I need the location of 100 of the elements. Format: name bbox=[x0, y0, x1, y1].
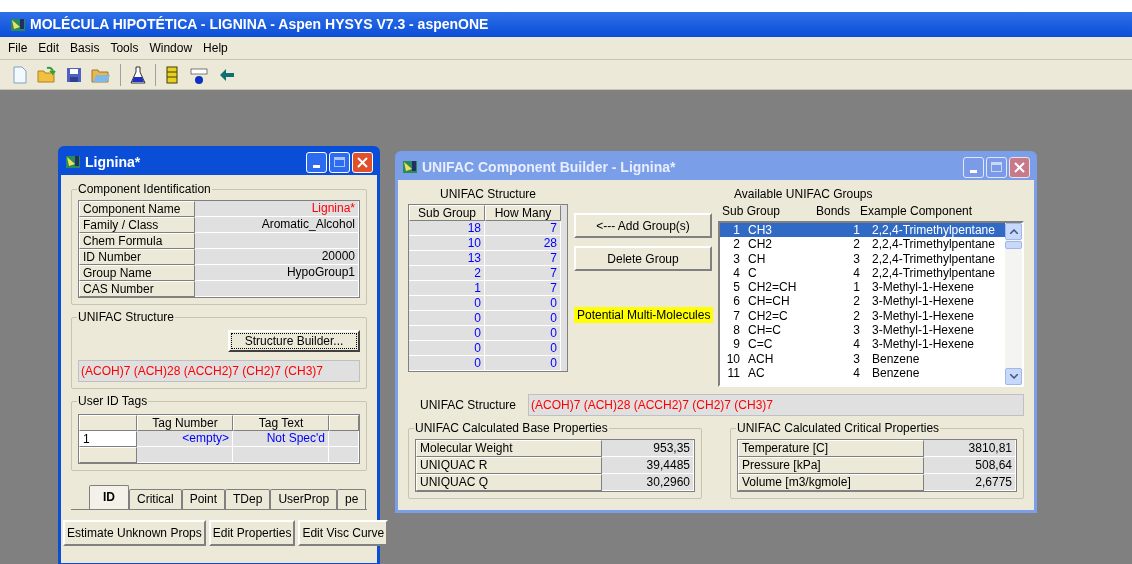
property-label: UNIQUAC Q bbox=[416, 474, 602, 491]
table-cell[interactable]: 1 bbox=[409, 281, 485, 296]
group-row[interactable]: 11 AC 4 Benzene bbox=[720, 365, 1005, 381]
group-row[interactable]: 10 ACH 3 Benzene bbox=[720, 351, 1005, 366]
close-button[interactable] bbox=[1009, 156, 1030, 178]
header-cell bbox=[329, 415, 359, 431]
menu-item[interactable]: Window bbox=[149, 40, 193, 56]
flask-icon[interactable] bbox=[130, 65, 146, 84]
table-cell[interactable]: 18 bbox=[409, 221, 485, 236]
property-value[interactable]: Aromatic_Alcohol bbox=[195, 217, 359, 233]
property-value[interactable]: 20000 bbox=[195, 249, 359, 265]
column-header: Sub Group bbox=[409, 205, 485, 221]
property-value: 39,4485 bbox=[602, 457, 694, 474]
group-title: UNIFAC Calculated Critical Properties bbox=[736, 421, 941, 435]
tab[interactable]: Point bbox=[181, 489, 226, 509]
table-cell[interactable]: Not Spec'd bbox=[233, 431, 329, 447]
property-value: 30,2960 bbox=[602, 474, 694, 491]
menu-item[interactable]: Help bbox=[203, 40, 228, 56]
column-header: Tag Number bbox=[137, 415, 233, 431]
menu-item[interactable]: File bbox=[8, 40, 28, 56]
property-label: Group Name bbox=[79, 265, 195, 281]
property-label: ID Number bbox=[79, 249, 195, 265]
group-row[interactable]: 5 CH2=CH 1 3-Methyl-1-Hexene bbox=[720, 280, 1005, 295]
group-row[interactable]: 2 CH2 2 2,2,4-Trimethylpentane bbox=[720, 237, 1005, 252]
menu-item[interactable]: Basis bbox=[70, 40, 100, 56]
group-button[interactable]: <--- Add Group(s) bbox=[574, 213, 712, 238]
property-label: UNIQUAC R bbox=[416, 457, 602, 474]
table-cell[interactable]: 13 bbox=[409, 251, 485, 266]
header-cell bbox=[79, 415, 137, 431]
table-cell[interactable]: 10 bbox=[409, 236, 485, 251]
property-value[interactable]: HypoGroup1 bbox=[195, 265, 359, 281]
column-icon[interactable] bbox=[165, 65, 179, 84]
column-header: Tag Text bbox=[233, 415, 329, 431]
scroll-down-icon[interactable] bbox=[1005, 368, 1022, 385]
table-cell[interactable]: <empty> bbox=[137, 431, 233, 447]
action-button[interactable]: Edit Visc Curve bbox=[298, 520, 389, 546]
group-row[interactable]: 7 CH2=C 2 3-Methyl-1-Hexene bbox=[720, 308, 1005, 324]
property-label: Pressure [kPa] bbox=[738, 457, 924, 474]
group-row[interactable]: 8 CH=C 3 3-Methyl-1-Hexene bbox=[720, 323, 1005, 338]
structure-builder-button[interactable]: Structure Builder... bbox=[228, 330, 360, 352]
section-title: Available UNIFAC Groups bbox=[734, 186, 874, 202]
table-cell[interactable]: 7 bbox=[485, 266, 561, 281]
group-row[interactable]: 3 CH 3 2,2,4-Trimethylpentane bbox=[720, 251, 1005, 266]
scroll-thumb[interactable] bbox=[1005, 241, 1022, 249]
table-cell[interactable]: 0 bbox=[485, 296, 561, 311]
tab[interactable]: TDep bbox=[225, 489, 271, 509]
row-number: 1 bbox=[79, 431, 137, 447]
scroll-up-icon[interactable] bbox=[1005, 223, 1022, 240]
property-label: Chem Formula bbox=[79, 233, 195, 249]
menu-item[interactable]: Edit bbox=[38, 40, 60, 56]
property-value: 508,64 bbox=[924, 457, 1016, 474]
table-cell[interactable]: 7 bbox=[485, 251, 561, 266]
tab[interactable]: ID bbox=[89, 485, 129, 509]
property-label: Temperature [C] bbox=[738, 440, 924, 457]
open-folder-icon[interactable] bbox=[37, 65, 57, 84]
table-cell[interactable]: 0 bbox=[409, 296, 485, 311]
table-cell[interactable]: 0 bbox=[409, 341, 485, 356]
tab[interactable]: UserProp bbox=[270, 489, 338, 509]
structure-field: (ACOH)7 (ACH)28 (ACCH2)7 (CH2)7 (CH3)7 bbox=[78, 360, 360, 382]
table-cell[interactable]: 0 bbox=[485, 341, 561, 356]
group-row[interactable]: 9 C=C 4 3-Methyl-1-Hexene bbox=[720, 337, 1005, 352]
group-title: UNIFAC Calculated Base Properties bbox=[414, 421, 609, 435]
tab[interactable]: Critical bbox=[129, 489, 182, 509]
back-arrow-icon[interactable] bbox=[219, 67, 235, 82]
window-title: UNIFAC Component Builder - Lignina* bbox=[422, 157, 676, 177]
table-cell[interactable]: 7 bbox=[485, 221, 561, 236]
table-cell[interactable]: 7 bbox=[485, 281, 561, 296]
tab[interactable]: pe bbox=[337, 489, 367, 509]
save-icon[interactable] bbox=[66, 66, 82, 83]
structure-label: UNIFAC Structure bbox=[419, 397, 518, 414]
table-cell[interactable]: 2 bbox=[409, 266, 485, 281]
group-row[interactable]: 6 CH=CH 2 3-Methyl-1-Hexene bbox=[720, 294, 1005, 309]
property-label: Volume [m3/kgmole] bbox=[738, 474, 924, 491]
group-title: UNIFAC Structure bbox=[77, 310, 176, 324]
scrollbar[interactable] bbox=[1005, 223, 1022, 385]
table-cell[interactable]: 0 bbox=[409, 326, 485, 341]
action-button[interactable]: Estimate Unknown Props bbox=[63, 520, 206, 546]
group-button[interactable]: Delete Group bbox=[574, 246, 712, 271]
column-header: Example Component bbox=[860, 204, 973, 219]
action-button[interactable]: Edit Properties bbox=[208, 520, 296, 546]
window-icon bbox=[402, 159, 418, 175]
table-cell[interactable]: 0 bbox=[485, 311, 561, 326]
table-cell[interactable]: 28 bbox=[485, 236, 561, 251]
column-header: Sub Group bbox=[722, 204, 782, 219]
column-header: How Many bbox=[485, 205, 561, 221]
table-cell[interactable]: 0 bbox=[409, 356, 485, 371]
property-label: Component Name bbox=[79, 201, 195, 217]
property-label: Molecular Weight bbox=[416, 440, 602, 457]
property-value: 953,35 bbox=[602, 440, 694, 457]
group-row[interactable]: 1 CH3 1 2,2,4-Trimethylpentane bbox=[720, 223, 1005, 238]
property-label: CAS Number bbox=[79, 281, 195, 297]
table-cell[interactable]: 0 bbox=[485, 326, 561, 341]
table-cell[interactable]: 0 bbox=[485, 356, 561, 371]
window-icon bbox=[10, 16, 26, 33]
property-value: 2,6775 bbox=[924, 474, 1016, 491]
table-cell[interactable]: 0 bbox=[409, 311, 485, 326]
group-row[interactable]: 4 C 4 2,2,4-Trimethylpentane bbox=[720, 265, 1005, 281]
property-value: 3810,81 bbox=[924, 440, 1016, 457]
column-header: Bonds bbox=[816, 204, 852, 219]
menu-item[interactable]: Tools bbox=[110, 40, 139, 56]
